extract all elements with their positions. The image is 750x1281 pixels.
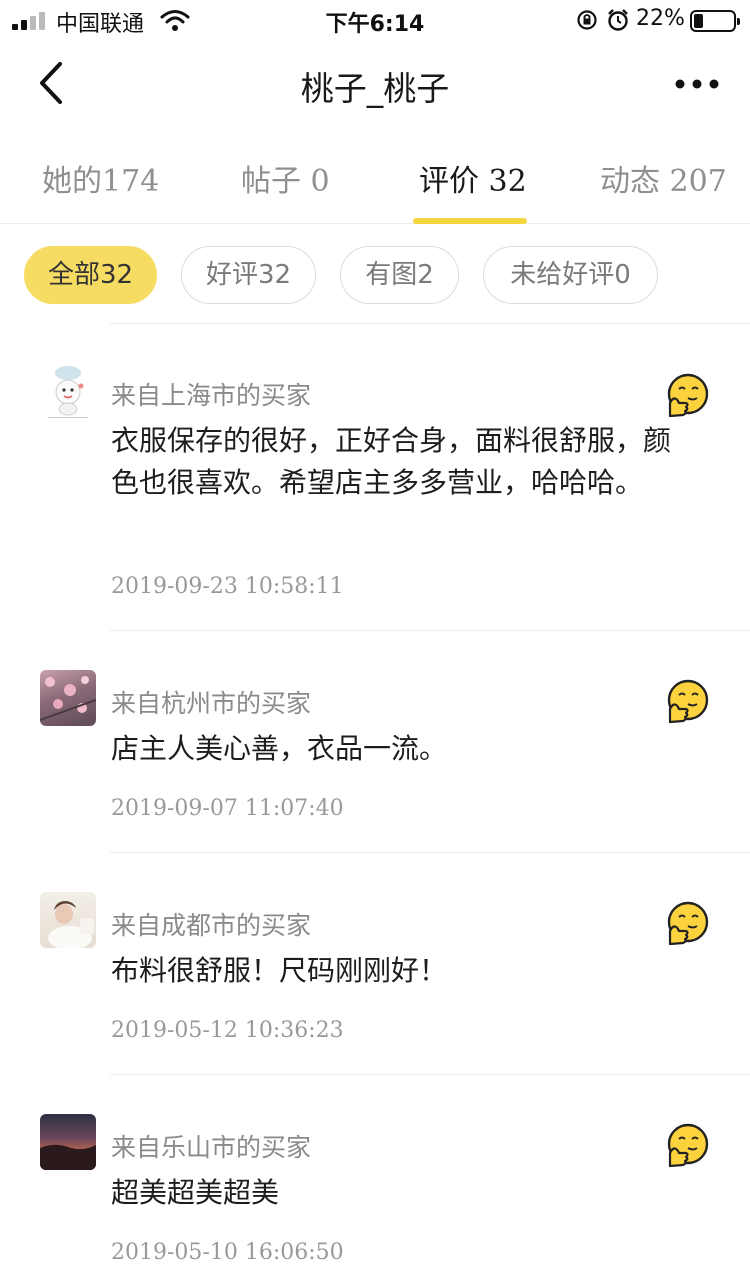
nav-bar: 桃子_桃子	[0, 40, 750, 128]
active-tab-indicator	[413, 218, 527, 224]
avatar[interactable]	[40, 892, 96, 948]
review-text: 布料很舒服！尺码刚刚好！	[111, 954, 448, 987]
page: 中国联通 下午6:14 22% 桃子_桃子 她的174 帖子 0 评价 32 动…	[0, 0, 750, 1281]
divider	[110, 852, 750, 853]
battery-icon	[690, 10, 740, 32]
profile-tabs: 她的174 帖子 0 评价 32 动态 207	[0, 128, 750, 224]
cartoon-avatar-icon	[48, 366, 88, 418]
divider	[110, 1074, 750, 1075]
reviewer-location: 来自上海市的买家	[111, 381, 312, 410]
review-text: 衣服保存的很好，正好合身，面料很舒服，颜色也很喜欢。希望店主多多营业，哈哈哈。	[111, 424, 672, 499]
review-time: 2019-05-12 10:36:23	[111, 1018, 344, 1043]
review-time: 2019-09-07 11:07:40	[111, 796, 344, 821]
filter-all[interactable]: 全部32	[24, 246, 157, 304]
tab-posts[interactable]: 帖子 0	[241, 156, 330, 200]
review-text: 超美超美超美	[111, 1176, 280, 1209]
avatar[interactable]	[40, 1114, 96, 1170]
thumbs-up-emoji-icon	[667, 679, 709, 724]
reviewer-location: 来自杭州市的买家	[111, 689, 312, 718]
blossom-photo-icon	[40, 676, 96, 721]
review-filters: 全部32 好评32 有图2 未给好评0	[0, 246, 750, 304]
avatar[interactable]	[40, 362, 96, 418]
tab-activity[interactable]: 动态 207	[600, 156, 727, 200]
tab-hers[interactable]: 她的174	[42, 156, 159, 200]
divider	[110, 323, 750, 324]
person-photo-icon	[48, 901, 94, 948]
review-time: 2019-09-23 10:58:11	[111, 574, 344, 599]
orientation-lock-icon	[577, 10, 597, 30]
reviewer-location: 来自成都市的买家	[111, 911, 312, 940]
thumbs-up-emoji-icon	[667, 373, 709, 418]
status-bar: 中国联通 下午6:14 22%	[0, 0, 750, 40]
sunset-photo-icon	[40, 1144, 96, 1170]
alarm-icon	[608, 9, 628, 31]
more-button[interactable]	[672, 64, 722, 104]
review-time: 2019-05-10 16:06:50	[111, 1240, 344, 1265]
reviewer-location: 来自乐山市的买家	[111, 1133, 312, 1162]
divider	[110, 630, 750, 631]
avatar[interactable]	[40, 670, 96, 726]
review-text: 店主人美心善，衣品一流。	[111, 732, 448, 765]
filter-with-photos[interactable]: 有图2	[340, 246, 459, 304]
tab-reviews[interactable]: 评价 32	[419, 156, 527, 200]
filter-not-positive[interactable]: 未给好评0	[483, 246, 658, 304]
page-title: 桃子_桃子	[300, 69, 450, 108]
thumbs-up-emoji-icon	[667, 901, 709, 946]
filter-positive[interactable]: 好评32	[181, 246, 316, 304]
battery-percent: 22%	[636, 6, 685, 31]
thumbs-up-emoji-icon	[667, 1123, 709, 1168]
